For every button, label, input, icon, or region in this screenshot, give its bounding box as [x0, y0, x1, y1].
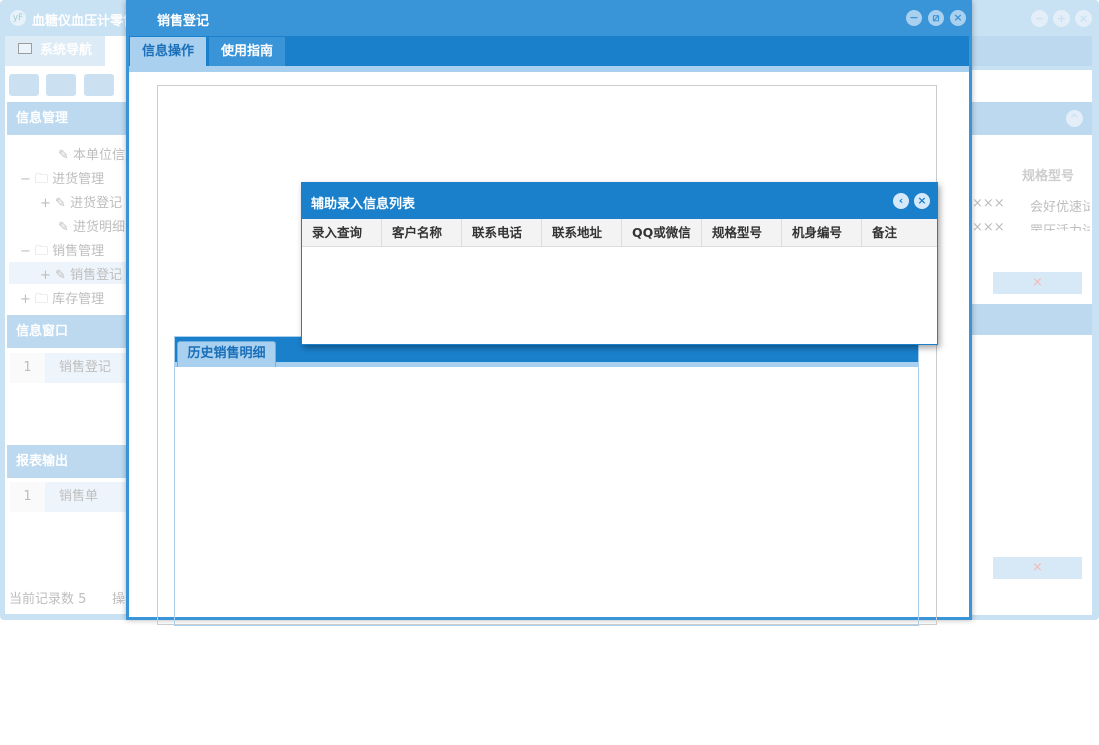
cell: 罡压活力试 — [1030, 220, 1090, 231]
cancel-button[interactable]: × — [993, 272, 1082, 294]
row-label: 销售登记 — [59, 360, 112, 375]
tree-item-selected[interactable]: + ✎ 销售登记 — [40, 264, 122, 283]
app-title: 血糖仪血压计零售 — [32, 14, 137, 29]
app-logo-icon: yF — [10, 10, 26, 26]
tree-label: 库存管理 — [52, 292, 105, 307]
close-icon[interactable]: × — [914, 193, 930, 209]
aux-entry-popup: 辅助录入信息列表 ‹ × 录入查询 客户名称 联系电话 联系地址 QQ或微信 规… — [301, 182, 938, 345]
cell: ××× — [972, 220, 1005, 231]
cell: 会好优速试 — [1030, 200, 1090, 215]
tree-label: 销售登记 — [70, 268, 123, 283]
tree-folder[interactable]: + 🗀 库存管理 — [20, 288, 104, 312]
list-item[interactable]: 1 销售单 — [10, 482, 130, 512]
tree-folder[interactable]: − 🗀 进货管理 — [20, 168, 104, 192]
section-report[interactable]: 报表输出 — [7, 445, 132, 478]
row-number: 1 — [10, 482, 45, 512]
tree-label: 进货管理 — [52, 172, 105, 187]
document-tool-icon[interactable] — [84, 74, 114, 96]
column-header: 规格型号 — [1022, 169, 1075, 184]
tab-sales-history[interactable]: 历史销售明细 — [177, 341, 276, 367]
close-icon[interactable]: × — [950, 10, 966, 26]
tree-label: 进货登记 — [70, 196, 123, 211]
section-info-window[interactable]: 信息窗口 — [7, 315, 132, 348]
column-header[interactable]: 机身编号 — [782, 219, 862, 246]
list-item[interactable]: 1 销售登记 — [10, 353, 130, 383]
column-header[interactable]: 规格型号 — [702, 219, 782, 246]
status-text-2: 操 — [112, 592, 126, 607]
tab-info-operation[interactable]: 信息操作 — [130, 37, 206, 66]
minimize-icon[interactable]: − — [1031, 10, 1048, 27]
close-icon[interactable]: × — [1075, 10, 1092, 27]
restore-icon[interactable]: ⧄ — [928, 10, 944, 26]
monitor-icon — [18, 43, 32, 54]
tree-item[interactable]: + ✎ 进货登记 — [40, 192, 122, 211]
column-header[interactable]: 联系电话 — [462, 219, 542, 246]
tree-label: 销售管理 — [52, 244, 105, 259]
cancel-button[interactable]: × — [993, 557, 1082, 579]
column-header[interactable]: 录入查询 — [302, 219, 382, 246]
row-label: 销售单 — [59, 489, 99, 504]
search-tool-icon[interactable] — [9, 74, 39, 96]
popup-title: 辅助录入信息列表 — [311, 197, 416, 212]
column-header[interactable]: 联系地址 — [542, 219, 622, 246]
column-header[interactable]: 客户名称 — [382, 219, 462, 246]
tab-user-guide[interactable]: 使用指南 — [209, 37, 285, 66]
column-header[interactable]: QQ或微信 — [622, 219, 702, 246]
table-header: 录入查询 客户名称 联系电话 联系地址 QQ或微信 规格型号 机身编号 备注 — [302, 219, 937, 247]
minimize-icon[interactable]: − — [906, 10, 922, 26]
back-icon[interactable]: ‹ — [893, 193, 909, 209]
tree-folder[interactable]: − 🗀 销售管理 — [20, 240, 104, 264]
row-number: 1 — [10, 353, 45, 383]
history-panel: 历史销售明细 — [174, 336, 919, 626]
column-header[interactable]: 备注 — [862, 219, 937, 246]
list-tool-icon[interactable] — [46, 74, 76, 96]
collapse-icon[interactable]: ^ — [1066, 110, 1083, 127]
status-text: 当前记录数 5 — [9, 592, 87, 607]
section-info-mgmt[interactable]: 信息管理 — [7, 102, 132, 135]
tree-item[interactable]: ✎ 进货明细 — [58, 216, 125, 235]
cell: ××× — [972, 196, 1005, 211]
dialog-title: 销售登记 — [157, 14, 210, 29]
tree-label: 进货明细 — [73, 220, 126, 235]
maximize-icon[interactable]: + — [1053, 10, 1070, 27]
